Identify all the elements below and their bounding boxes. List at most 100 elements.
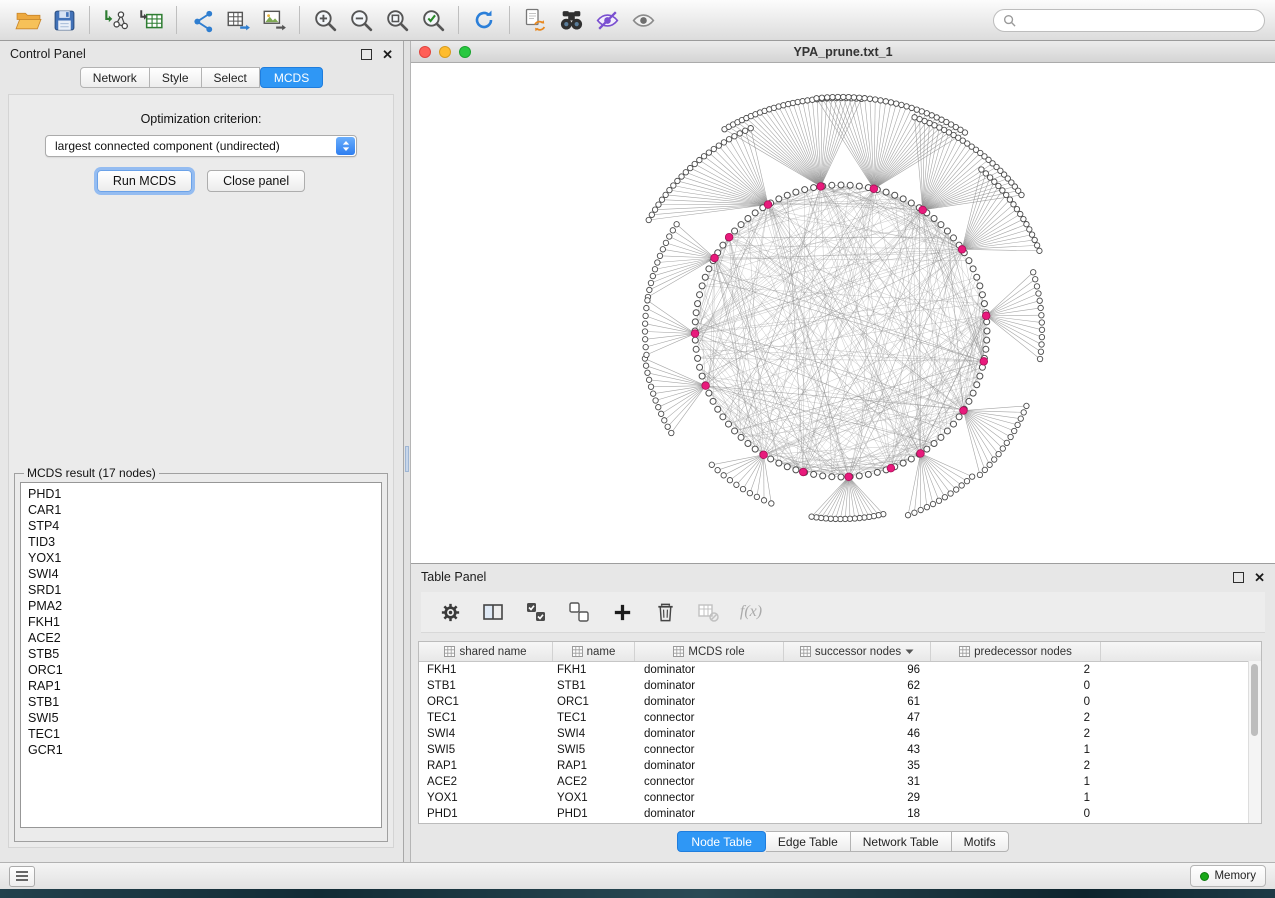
tab-network[interactable]: Network <box>80 67 150 88</box>
refresh-button[interactable] <box>466 4 502 36</box>
zoom-out-button[interactable] <box>343 4 379 36</box>
column-header-shared-name[interactable]: shared name <box>419 642 553 661</box>
table-cell[interactable]: STB1 <box>553 680 635 692</box>
table-cell[interactable]: connector <box>635 792 784 804</box>
table-cell[interactable]: YOX1 <box>553 792 635 804</box>
table-cell[interactable]: 47 <box>784 712 931 724</box>
control-panel-float-icon[interactable] <box>361 49 372 60</box>
table-cell[interactable]: 2 <box>931 712 1101 724</box>
table-cell[interactable]: 62 <box>784 680 931 692</box>
table-cell[interactable]: 43 <box>784 744 931 756</box>
open-session-button[interactable] <box>10 4 46 36</box>
table-cell[interactable]: PHD1 <box>553 808 635 820</box>
show-all-button[interactable] <box>625 4 661 36</box>
table-cell[interactable]: 0 <box>931 696 1101 708</box>
mcds-result-item[interactable]: SWI4 <box>21 566 381 582</box>
table-row[interactable]: FKH1FKH1dominator962 <box>419 662 1261 678</box>
window-close-button[interactable] <box>419 46 431 58</box>
save-session-button[interactable] <box>46 4 82 36</box>
table-cell[interactable]: dominator <box>635 728 784 740</box>
export-network-button[interactable] <box>184 4 220 36</box>
table-row[interactable]: ACE2ACE2connector311 <box>419 774 1261 790</box>
show-columns-button[interactable] <box>480 599 506 625</box>
table-cell[interactable]: 96 <box>784 664 931 676</box>
import-table-button[interactable] <box>133 4 169 36</box>
mcds-result-item[interactable]: TID3 <box>21 534 381 550</box>
tab-network-table[interactable]: Network Table <box>851 831 952 852</box>
table-cell[interactable]: 0 <box>931 808 1101 820</box>
tab-select[interactable]: Select <box>202 67 260 88</box>
mcds-result-item[interactable]: STB5 <box>21 646 381 662</box>
table-cell[interactable]: dominator <box>635 680 784 692</box>
table-cell[interactable]: connector <box>635 744 784 756</box>
mcds-result-item[interactable]: CAR1 <box>21 502 381 518</box>
table-cell[interactable]: dominator <box>635 808 784 820</box>
table-cell[interactable]: FKH1 <box>419 664 553 676</box>
hide-selected-button[interactable] <box>589 4 625 36</box>
table-cell[interactable]: 1 <box>931 744 1101 756</box>
table-cell[interactable]: 46 <box>784 728 931 740</box>
mcds-result-item[interactable]: STB1 <box>21 694 381 710</box>
export-table-button[interactable] <box>220 4 256 36</box>
mcds-result-item[interactable]: ORC1 <box>21 662 381 678</box>
table-scrollbar[interactable] <box>1248 661 1261 823</box>
table-cell[interactable]: RAP1 <box>553 760 635 772</box>
table-row[interactable]: YOX1YOX1connector291 <box>419 790 1261 806</box>
table-cell[interactable]: TEC1 <box>419 712 553 724</box>
search-input[interactable] <box>1021 12 1255 28</box>
table-cell[interactable]: 35 <box>784 760 931 772</box>
table-cell[interactable]: 2 <box>931 664 1101 676</box>
import-network-button[interactable] <box>97 4 133 36</box>
table-cell[interactable]: ORC1 <box>553 696 635 708</box>
table-cell[interactable]: FKH1 <box>553 664 635 676</box>
column-header-predecessor-nodes[interactable]: predecessor nodes <box>931 642 1101 661</box>
export-image-button[interactable] <box>256 4 292 36</box>
column-header-mcds-role[interactable]: MCDS role <box>635 642 784 661</box>
table-cell[interactable]: TEC1 <box>553 712 635 724</box>
zoom-fit-button[interactable] <box>379 4 415 36</box>
tab-node-table[interactable]: Node Table <box>677 831 766 852</box>
mcds-result-item[interactable]: YOX1 <box>21 550 381 566</box>
control-panel-close-icon[interactable]: ✕ <box>382 48 393 61</box>
table-cell[interactable]: SWI5 <box>553 744 635 756</box>
table-cell[interactable]: 61 <box>784 696 931 708</box>
table-cell[interactable]: STB1 <box>419 680 553 692</box>
tab-mcds[interactable]: MCDS <box>260 67 323 88</box>
mcds-result-item[interactable]: ACE2 <box>21 630 381 646</box>
panel-splitter[interactable] <box>404 41 411 862</box>
table-cell[interactable]: 2 <box>931 728 1101 740</box>
table-cell[interactable]: SWI5 <box>419 744 553 756</box>
mcds-result-item[interactable]: SWI5 <box>21 710 381 726</box>
table-cell[interactable]: connector <box>635 712 784 724</box>
table-cell[interactable]: ACE2 <box>419 776 553 788</box>
table-mode-button[interactable] <box>437 599 463 625</box>
panel-selector-button[interactable] <box>9 866 35 887</box>
table-cell[interactable]: ACE2 <box>553 776 635 788</box>
table-cell[interactable]: PHD1 <box>419 808 553 820</box>
table-cell[interactable]: dominator <box>635 760 784 772</box>
first-neighbors-button[interactable] <box>553 4 589 36</box>
table-cell[interactable]: 1 <box>931 776 1101 788</box>
table-row[interactable]: RAP1RAP1dominator352 <box>419 758 1261 774</box>
table-panel-close-icon[interactable]: ✕ <box>1254 571 1265 584</box>
window-zoom-button[interactable] <box>459 46 471 58</box>
table-cell[interactable]: dominator <box>635 696 784 708</box>
select-all-columns-button[interactable] <box>523 599 549 625</box>
column-header-successor-nodes[interactable]: successor nodes <box>784 642 931 661</box>
column-header-name[interactable]: name <box>553 642 635 661</box>
zoom-in-button[interactable] <box>307 4 343 36</box>
network-window-titlebar[interactable]: YPA_prune.txt_1 <box>411 41 1275 63</box>
table-row[interactable]: SWI4SWI4dominator462 <box>419 726 1261 742</box>
table-row[interactable]: TEC1TEC1connector472 <box>419 710 1261 726</box>
table-cell[interactable]: dominator <box>635 664 784 676</box>
table-cell[interactable]: connector <box>635 776 784 788</box>
mcds-result-item[interactable]: SRD1 <box>21 582 381 598</box>
table-row[interactable]: ORC1ORC1dominator610 <box>419 694 1261 710</box>
memory-button[interactable]: Memory <box>1190 865 1266 887</box>
mcds-result-list[interactable]: PHD1CAR1STP4TID3YOX1SWI4SRD1PMA2FKH1ACE2… <box>20 482 382 828</box>
mcds-result-item[interactable]: FKH1 <box>21 614 381 630</box>
network-canvas[interactable] <box>411 63 1275 562</box>
table-cell[interactable]: SWI4 <box>553 728 635 740</box>
mcds-result-item[interactable]: RAP1 <box>21 678 381 694</box>
table-cell[interactable]: 31 <box>784 776 931 788</box>
